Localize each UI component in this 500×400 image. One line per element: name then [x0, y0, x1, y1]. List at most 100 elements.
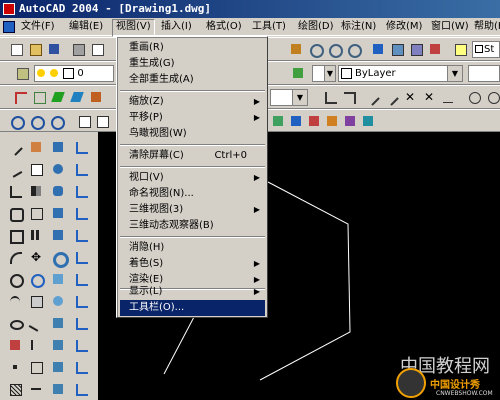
preview-icon[interactable]	[89, 41, 105, 57]
snap-endpoint-icon[interactable]	[50, 89, 66, 105]
move-icon[interactable]: ✥	[27, 248, 45, 266]
pan-icon[interactable]	[288, 41, 304, 57]
solid-cone-icon[interactable]	[49, 204, 67, 222]
menu-tools[interactable]: 工具(T)	[249, 20, 289, 34]
menu-item-pan[interactable]: 平移(P) ▶	[120, 110, 265, 126]
mirror-icon[interactable]	[27, 182, 45, 200]
snap-tangent-icon[interactable]	[341, 89, 357, 105]
slice-icon[interactable]	[49, 314, 67, 332]
baseline-dim-icon[interactable]	[72, 292, 90, 310]
hatch-edit-icon[interactable]	[288, 113, 304, 129]
temp-track-icon[interactable]	[12, 89, 28, 105]
linear-dim-icon[interactable]	[72, 138, 90, 156]
scale-icon[interactable]	[27, 292, 45, 310]
refedit-icon[interactable]	[342, 113, 358, 129]
solid-sphere-icon[interactable]	[49, 160, 67, 178]
array-icon[interactable]	[27, 226, 45, 244]
hatch-icon[interactable]	[6, 380, 24, 398]
line-icon[interactable]	[6, 138, 24, 156]
center-mark-icon[interactable]	[72, 380, 90, 398]
menu-dimension[interactable]: 标注(N)	[338, 20, 379, 34]
solid-torus-icon[interactable]	[49, 248, 69, 268]
ucs-object-icon[interactable]	[48, 113, 65, 130]
aligned-dim-icon[interactable]	[72, 160, 90, 178]
menu-item-viewports[interactable]: 视口(V) ▶	[120, 170, 265, 186]
menu-modify[interactable]: 修改(M)	[383, 20, 425, 34]
layer-manager-icon[interactable]	[14, 65, 30, 81]
offset-icon[interactable]	[27, 204, 45, 222]
snap-intersection-icon[interactable]	[88, 89, 104, 105]
attribute-icon[interactable]	[306, 113, 322, 129]
angular-dim-icon[interactable]	[72, 248, 90, 266]
solid-wedge-icon[interactable]	[49, 226, 67, 244]
snap-nearest-icon[interactable]	[364, 89, 380, 106]
markup-icon[interactable]	[427, 41, 443, 57]
zoom-previous-icon[interactable]	[345, 41, 362, 58]
ucs-world-icon[interactable]	[28, 113, 45, 130]
menu-format[interactable]: 格式(O)	[203, 20, 245, 34]
save-icon[interactable]	[46, 41, 62, 57]
menu-item-display[interactable]: 显示(L) ▶	[120, 284, 265, 300]
snap-center-icon[interactable]	[466, 89, 482, 105]
menu-item-3d-orbit[interactable]: 三维动态观察器(B)	[120, 218, 265, 234]
revolve-icon[interactable]	[49, 292, 67, 310]
interfere-icon[interactable]	[49, 358, 67, 376]
erase-icon[interactable]	[27, 138, 45, 156]
ucs-icon[interactable]	[8, 113, 25, 130]
menu-item-regen[interactable]: 重生成(G)	[120, 56, 265, 72]
color-combo[interactable]: ▼	[312, 65, 336, 82]
point-icon[interactable]	[6, 358, 24, 376]
extrude-icon[interactable]	[49, 270, 67, 288]
section-icon[interactable]	[49, 336, 67, 354]
setup-view-icon[interactable]	[49, 380, 67, 398]
spline-icon[interactable]	[6, 292, 24, 310]
document-icon[interactable]	[3, 21, 15, 33]
menu-help[interactable]: 帮助(H)	[471, 20, 500, 34]
linetype-scale-combo[interactable]: ▼	[270, 89, 308, 106]
ucs-face-icon[interactable]	[76, 113, 92, 129]
menu-item-redraw[interactable]: 重画(R)	[120, 40, 265, 56]
menu-item-hide[interactable]: 消隐(H)	[120, 240, 265, 256]
trim-icon[interactable]	[27, 336, 45, 354]
print-icon[interactable]	[70, 41, 86, 57]
menu-draw[interactable]: 绘图(D)	[295, 20, 337, 34]
menu-item-clean-screen[interactable]: 清除屏幕(C) Ctrl+0	[120, 148, 265, 164]
polyline-icon[interactable]	[6, 182, 24, 200]
ellipse-icon[interactable]	[6, 314, 24, 332]
menu-item-shade[interactable]: 着色(S) ▶	[120, 256, 265, 272]
menu-item-regen-all[interactable]: 全部重生成(A)	[120, 72, 265, 88]
image-icon[interactable]	[270, 113, 286, 129]
insert-block-icon[interactable]	[6, 336, 24, 354]
continue-dim-icon[interactable]	[72, 314, 90, 332]
menu-window[interactable]: 窗口(W)	[428, 20, 472, 34]
menu-item-aerial-view[interactable]: 鸟瞰视图(W)	[120, 126, 265, 142]
tool-palette-icon[interactable]	[408, 41, 424, 57]
extend-icon[interactable]	[27, 358, 45, 376]
help-icon[interactable]	[452, 41, 468, 57]
open-icon[interactable]	[27, 41, 43, 57]
diameter-dim-icon[interactable]	[72, 226, 90, 244]
menu-item-zoom[interactable]: 缩放(Z) ▶	[120, 94, 265, 110]
zoom-window-icon[interactable]	[326, 41, 343, 58]
color-control-icon[interactable]	[290, 65, 306, 81]
design-center-icon[interactable]	[389, 41, 405, 57]
menu-item-toolbars[interactable]: 工具栏(O)...	[120, 300, 265, 316]
linetype-combo[interactable]: ByLayer ▼	[338, 65, 463, 82]
snap-perpendicular-icon[interactable]	[322, 89, 338, 105]
radius-dim-icon[interactable]	[72, 204, 90, 222]
layer-combo[interactable]: 0	[34, 65, 114, 82]
construction-line-icon[interactable]	[6, 160, 24, 178]
break-icon[interactable]	[27, 380, 45, 398]
menu-file[interactable]: 文件(F)	[18, 20, 58, 34]
polygon-icon[interactable]	[6, 204, 24, 222]
quick-dim-icon[interactable]	[72, 270, 90, 288]
menu-edit[interactable]: 编辑(E)	[66, 20, 106, 34]
circle-icon[interactable]	[6, 270, 24, 288]
solid-cylinder-icon[interactable]	[49, 182, 67, 200]
xref-icon[interactable]	[360, 113, 376, 129]
new-icon[interactable]	[8, 41, 24, 57]
leader-icon[interactable]	[72, 336, 90, 354]
snap-quadrant-icon[interactable]	[485, 89, 500, 105]
ordinate-dim-icon[interactable]	[72, 182, 90, 200]
stretch-icon[interactable]	[27, 314, 45, 332]
